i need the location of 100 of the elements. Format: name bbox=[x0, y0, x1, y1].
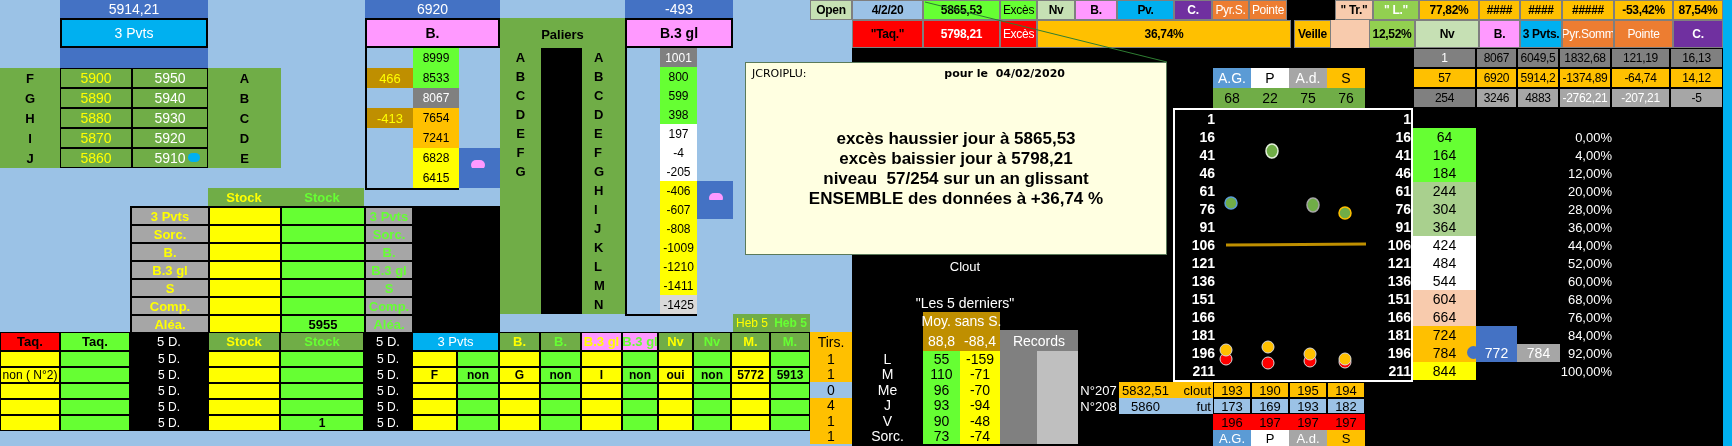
table-cell bbox=[210, 262, 280, 278]
note-author: JCROIPLU: bbox=[752, 66, 807, 82]
percentage-label: 12,00% bbox=[1566, 164, 1612, 182]
table-cell: Nv bbox=[693, 332, 731, 351]
row-label: I bbox=[593, 201, 599, 219]
table-cell: B. bbox=[1075, 0, 1117, 20]
axis-label: 46 bbox=[1198, 164, 1215, 182]
table-cell: 724 bbox=[1413, 326, 1476, 344]
table-cell: 193 bbox=[1213, 382, 1251, 398]
table-cell: 4/2/20 bbox=[852, 0, 923, 20]
table-cell: 5914,21 bbox=[60, 0, 208, 18]
table-cell bbox=[60, 351, 130, 367]
table-cell bbox=[0, 383, 60, 399]
axis-label: 16 bbox=[1394, 128, 1411, 146]
table-cell: 5 D. bbox=[130, 351, 208, 367]
table-cell: 5 D. bbox=[130, 383, 208, 399]
table-cell: Taq. bbox=[0, 332, 60, 351]
table-cell: B.3 gl bbox=[622, 332, 658, 351]
table-cell bbox=[770, 415, 810, 431]
table-cell: 190 bbox=[1251, 382, 1289, 398]
row-label: N°207 bbox=[1079, 382, 1118, 398]
percentage-label: 76,00% bbox=[1566, 308, 1612, 326]
table-cell: B. bbox=[499, 332, 540, 351]
table-cell: 14,12 bbox=[1670, 68, 1723, 88]
axis-label: 121 bbox=[1386, 254, 1411, 272]
table-cell: 169 bbox=[1251, 398, 1289, 414]
row-label: N°208 bbox=[1079, 398, 1118, 414]
percentage-label: 4,00% bbox=[1574, 146, 1612, 164]
table-cell: Pyr.Somm bbox=[1562, 20, 1614, 48]
plot-dot bbox=[1265, 143, 1279, 159]
table-cell: " L." bbox=[1373, 0, 1419, 20]
table-cell: 5 D. bbox=[364, 399, 412, 415]
table-cell bbox=[210, 280, 280, 296]
axis-label: 151 bbox=[1386, 290, 1411, 308]
dot-pair bbox=[1261, 340, 1275, 370]
table-cell: 75 bbox=[1289, 88, 1327, 108]
table-cell: -1425 bbox=[660, 295, 697, 314]
row-label: G bbox=[593, 163, 606, 181]
percentage-label: 84,00% bbox=[1566, 326, 1612, 344]
table-cell: 5920 bbox=[132, 128, 208, 148]
table-cell: 1 bbox=[280, 415, 364, 431]
table-cell: Stock bbox=[208, 332, 280, 351]
table-cell: -205 bbox=[660, 162, 697, 181]
table-cell: 7241 bbox=[413, 128, 459, 148]
table-cell: 5 D. bbox=[364, 383, 412, 399]
row-label: C bbox=[208, 108, 281, 128]
percentage-label: 100,00% bbox=[1560, 362, 1612, 380]
table-cell: -159 bbox=[960, 351, 1000, 367]
table-cell bbox=[0, 351, 60, 367]
axis-label: 91 bbox=[1394, 218, 1411, 236]
table-cell: 5832,51 bbox=[1119, 382, 1172, 398]
table-cell: 5900 bbox=[60, 68, 132, 88]
table-cell: Taq. bbox=[60, 332, 130, 351]
table-cell bbox=[60, 415, 130, 431]
table-cell: -1009 bbox=[660, 238, 697, 257]
table-cell: Excès bbox=[1000, 20, 1037, 48]
table-cell: 197 bbox=[1327, 414, 1365, 430]
axis-label: 136 bbox=[1386, 272, 1411, 290]
table-cell: Heb 5 bbox=[733, 314, 771, 332]
table-cell bbox=[208, 367, 280, 383]
table-cell: Veille bbox=[1294, 20, 1331, 48]
table-cell: 772 bbox=[1476, 344, 1517, 362]
table-cell: 5860 bbox=[1119, 398, 1172, 414]
table-cell: S bbox=[1327, 68, 1365, 88]
table-cell: B. bbox=[540, 332, 581, 351]
table-cell: 1 bbox=[1413, 48, 1476, 68]
table-cell bbox=[581, 415, 622, 431]
table-cell: -207,21 bbox=[1611, 88, 1670, 108]
table-cell: 164 bbox=[1413, 146, 1476, 164]
table-cell: S bbox=[132, 280, 208, 296]
table-cell: 6415 bbox=[413, 168, 459, 188]
table-cell: -88,4 bbox=[960, 330, 1000, 351]
row-label: D bbox=[208, 128, 281, 148]
table-cell bbox=[210, 244, 280, 260]
table-cell bbox=[540, 415, 581, 431]
table-cell: 184 bbox=[1413, 164, 1476, 182]
table-cell: 3 Pvts bbox=[412, 332, 499, 351]
dot-pair bbox=[1338, 352, 1352, 369]
axis-label: 41 bbox=[1394, 146, 1411, 164]
axis-label: 106 bbox=[1190, 236, 1215, 254]
table-cell bbox=[457, 383, 499, 399]
table-cell: 244 bbox=[1413, 182, 1476, 200]
table-cell: 88,8 bbox=[923, 330, 960, 351]
row-label: K bbox=[593, 239, 605, 257]
table-cell bbox=[731, 351, 770, 367]
block-title: Paliers bbox=[541, 25, 584, 44]
table-cell: #### bbox=[1479, 0, 1520, 20]
row-label: C bbox=[593, 87, 605, 105]
table-cell: 304 bbox=[1413, 200, 1476, 218]
table-cell: C. bbox=[1673, 20, 1723, 48]
row-label: J bbox=[883, 397, 892, 413]
table-cell: 398 bbox=[660, 105, 697, 124]
table-cell bbox=[60, 367, 130, 383]
table-cell bbox=[540, 399, 581, 415]
axis-label: 196 bbox=[1190, 344, 1215, 362]
table-cell bbox=[210, 298, 280, 314]
table-cell bbox=[540, 383, 581, 399]
table-cell: Stock bbox=[280, 188, 364, 206]
note-line: excès haussier jour à 5865,53 bbox=[836, 128, 1076, 149]
axis-label: 151 bbox=[1190, 290, 1215, 308]
